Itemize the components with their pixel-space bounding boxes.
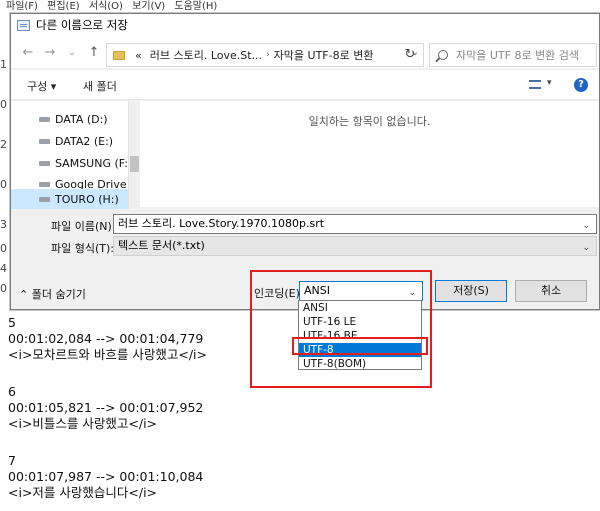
- file-name-dropdown-icon[interactable]: ⌄: [582, 217, 590, 235]
- save-button[interactable]: 저장(S): [435, 280, 507, 302]
- new-folder-button[interactable]: 새 폴더: [83, 78, 117, 94]
- up-arrow-icon[interactable]: ↑: [83, 45, 105, 60]
- file-type-dropdown-icon[interactable]: ⌄: [582, 239, 590, 257]
- help-icon[interactable]: ?: [574, 78, 588, 92]
- file-type-label: 파일 형식(T):: [51, 242, 114, 255]
- subtitle-line: 7: [8, 453, 16, 468]
- nav-item-data-d[interactable]: DATA (D:): [11, 109, 129, 129]
- view-options-dropdown-icon[interactable]: ▾: [547, 78, 552, 88]
- nav-item-touro-h[interactable]: TOURO (H:): [11, 189, 129, 209]
- file-type-select[interactable]: 텍스트 문서(*.txt) ⌄: [113, 236, 597, 256]
- empty-folder-message: 일치하는 항목이 없습니다.: [308, 115, 431, 128]
- notepad-edge-char: 1: [0, 58, 7, 71]
- save-as-dialog: 다른 이름으로 저장 ← → ⌄ ↑ « 러브 스토리. Love.St... …: [10, 13, 600, 310]
- notepad-edge-char: 0: [0, 178, 7, 191]
- file-list[interactable]: 일치하는 항목이 없습니다.: [140, 101, 599, 207]
- drive-icon: [39, 181, 50, 187]
- nav-item-label: DATA2 (E:): [55, 134, 114, 148]
- navigation-pane-scrollbar[interactable]: [128, 101, 139, 207]
- menu-file[interactable]: 파일(F): [6, 0, 38, 14]
- subtitle-line: <i>모차르트와 바흐를 사랑했고</i>: [8, 347, 207, 362]
- command-toolbar: 구성 ▾ 새 폴더 ▾ ?: [11, 70, 599, 100]
- address-segment-parent[interactable]: 러브 스토리. Love.St...: [150, 47, 262, 63]
- drive-icon: [39, 160, 50, 166]
- nav-item-samsung-f[interactable]: SAMSUNG (F:): [11, 153, 129, 173]
- nav-item-label: DATA (D:): [55, 112, 108, 126]
- subtitle-line: 6: [8, 384, 16, 399]
- drive-icon: [39, 116, 50, 122]
- menu-edit[interactable]: 편집(E): [47, 0, 80, 14]
- hide-folders-button[interactable]: ⌃ 폴더 숨기기: [19, 286, 86, 302]
- notepad-edge-char: 3: [0, 218, 7, 231]
- drive-icon: [39, 196, 50, 202]
- navigation-pane: DATA (D:) DATA2 (E:) SAMSUNG (F:) Google…: [11, 101, 139, 209]
- organize-button[interactable]: 구성 ▾: [27, 78, 56, 94]
- file-name-label: 파일 이름(N):: [51, 220, 116, 233]
- back-arrow-icon[interactable]: ←: [17, 45, 39, 60]
- scrollbar-thumb[interactable]: [130, 156, 139, 172]
- dialog-title: 다른 이름으로 저장: [36, 18, 128, 32]
- notepad-edge-char: 4: [0, 262, 7, 275]
- subtitle-line: 5: [8, 315, 16, 330]
- file-name-value: 러브 스토리. Love.Story.1970.1080p.srt: [118, 217, 325, 230]
- menu-view[interactable]: 보기(V): [132, 0, 165, 14]
- address-bar[interactable]: « 러브 스토리. Love.St... › 자막을 UTF-8로 변환 ⌄: [106, 43, 424, 67]
- subtitle-line: <i>저를 사랑했습니다</i>: [8, 485, 158, 500]
- notepad-edge-char: 0: [0, 282, 7, 295]
- annotation-box-encoding: [250, 270, 432, 388]
- folder-icon: [113, 50, 125, 60]
- dialog-titlebar[interactable]: 다른 이름으로 저장: [11, 14, 599, 36]
- notepad-edge-char: 0: [0, 98, 7, 111]
- menu-format[interactable]: 서식(O): [89, 0, 123, 14]
- notepad-edge-char: 0: [0, 242, 7, 255]
- forward-arrow-icon[interactable]: →: [39, 45, 61, 60]
- cancel-button[interactable]: 취소: [515, 280, 587, 302]
- file-name-input[interactable]: 러브 스토리. Love.Story.1970.1080p.srt ⌄: [113, 214, 597, 234]
- subtitle-line: 00:01:05,821 --> 00:01:07,952: [8, 400, 204, 415]
- recent-locations-chevron-icon[interactable]: ⌄: [61, 47, 83, 58]
- annotation-box-utf8: [292, 337, 428, 355]
- refresh-icon[interactable]: ↻: [399, 45, 421, 65]
- notepad-app-icon: [17, 19, 30, 31]
- search-icon: [438, 50, 448, 60]
- subtitle-line: 00:01:07,987 --> 00:01:10,084: [8, 469, 204, 484]
- subtitle-line: 00:01:02,084 --> 00:01:04,779: [8, 331, 204, 346]
- menu-help[interactable]: 도움말(H): [174, 0, 217, 14]
- search-box[interactable]: 자막을 UTF 8로 변환 검색: [429, 43, 597, 67]
- nav-item-label: SAMSUNG (F:): [55, 156, 129, 170]
- address-separator-icon: ›: [266, 50, 270, 60]
- search-placeholder: 자막을 UTF 8로 변환 검색: [456, 49, 580, 62]
- notepad-edge-char: 2: [0, 138, 7, 151]
- view-options-icon[interactable]: [529, 80, 541, 89]
- nav-item-data2-e[interactable]: DATA2 (E:): [11, 131, 129, 151]
- subtitle-line: <i>비틀스를 사랑했고</i>: [8, 416, 158, 431]
- drive-icon: [39, 138, 50, 144]
- file-type-value: 텍스트 문서(*.txt): [118, 239, 205, 252]
- address-segment-current[interactable]: 자막을 UTF-8로 변환: [274, 47, 374, 63]
- address-overflow[interactable]: «: [135, 49, 142, 62]
- nav-item-label: TOURO (H:): [55, 192, 119, 206]
